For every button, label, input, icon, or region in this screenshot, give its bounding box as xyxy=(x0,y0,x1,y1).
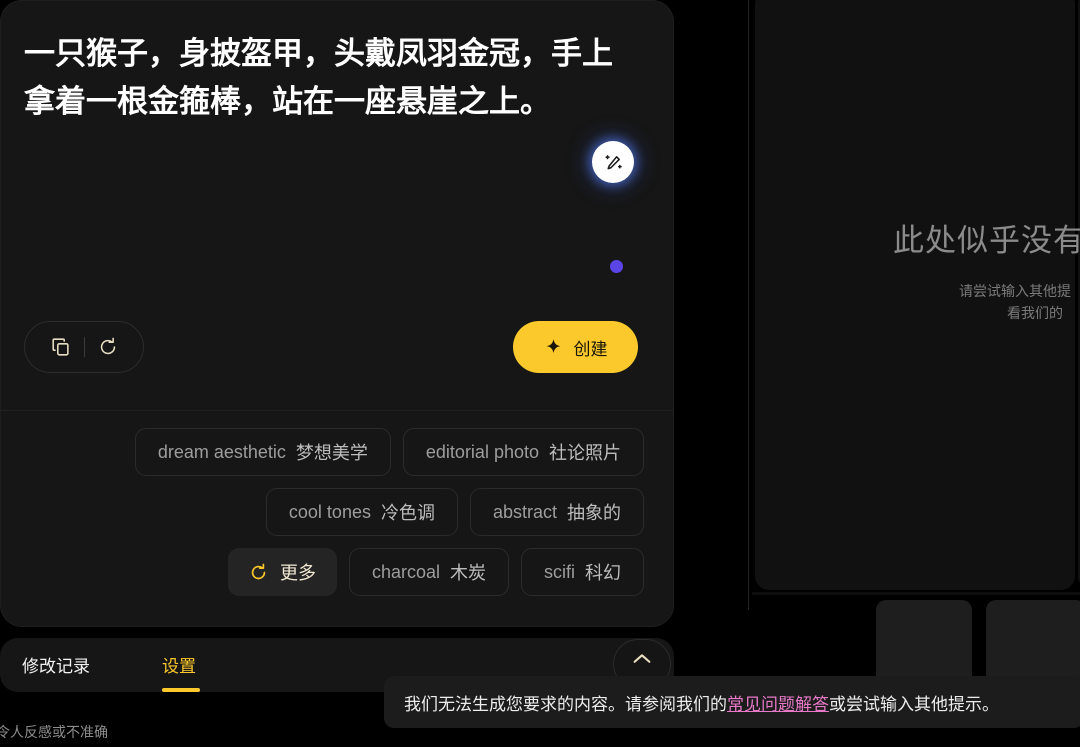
panel-divider xyxy=(748,0,749,610)
toast-text-after: 或尝试输入其他提示。 xyxy=(829,694,999,714)
chip-more[interactable]: 更多 xyxy=(227,548,337,596)
chip-charcoal[interactable]: charcoal 木炭 xyxy=(348,548,509,596)
chevron-up-icon xyxy=(633,654,651,663)
create-button[interactable]: 创建 xyxy=(513,321,638,373)
chip-en-label: cool tones xyxy=(288,501,371,522)
loading-indicator-dot xyxy=(610,260,623,273)
chip-scifi[interactable]: scifi 科幻 xyxy=(521,548,644,596)
toast-text-before: 我们无法生成您要求的内容。请参阅我们的 xyxy=(404,694,727,714)
magic-wand-glyph xyxy=(604,154,622,169)
chip-en-label: dream aesthetic xyxy=(157,441,286,462)
empty-state-sub-line2: 看我们的 xyxy=(1007,305,1063,321)
chip-more-label: 更多 xyxy=(279,563,316,583)
prompt-composer-card: 一只猴子，身披盔甲，头戴凤羽金冠，手上拿着一根金箍棒，站在一座悬崖之上。 创建 … xyxy=(0,0,674,627)
tab-history[interactable]: 修改记录 xyxy=(22,652,90,677)
app-root: 此处似乎没有 请尝试输入其他提 看我们的 一只猴子，身披盔甲，头戴凤羽金冠，手上… xyxy=(0,0,1080,747)
chip-row-top: 更多 charcoal 木炭 scifi 科幻 xyxy=(30,548,644,596)
chip-cn-label: 梦想美学 xyxy=(295,443,368,463)
copy-button[interactable] xyxy=(38,322,84,372)
prompt-input[interactable]: 一只猴子，身披盔甲，头戴凤羽金冠，手上拿着一根金箍棒，站在一座悬崖之上。 xyxy=(24,30,636,126)
magic-wand-icon[interactable] xyxy=(592,141,634,183)
refresh-icon xyxy=(100,337,115,355)
empty-state-subtitle: 请尝试输入其他提 看我们的 xyxy=(935,280,1080,324)
style-suggestion-chips: 更多 charcoal 木炭 scifi 科幻 cool tones 冷色调 a… xyxy=(30,428,644,596)
tab-active-indicator xyxy=(162,688,200,692)
prompt-actions-group xyxy=(24,321,144,373)
chip-cn-label: 科幻 xyxy=(585,563,621,583)
toast-faq-link[interactable]: 常见问题解答 xyxy=(727,690,829,715)
chip-row-middle: cool tones 冷色调 abstract 抽象的 xyxy=(30,488,644,536)
thumbnail-strip-background xyxy=(752,592,1080,595)
empty-state: 此处似乎没有 请尝试输入其他提 看我们的 xyxy=(755,215,1080,324)
chip-editorial-photo[interactable]: editorial photo 社论照片 xyxy=(402,428,644,476)
sparkle-icon xyxy=(546,338,560,353)
chip-cn-label: 木炭 xyxy=(450,563,486,583)
copy-icon xyxy=(51,338,69,356)
chip-cool-tones[interactable]: cool tones 冷色调 xyxy=(265,488,458,536)
composer-divider xyxy=(0,410,674,411)
chip-en-label: abstract xyxy=(492,501,557,522)
chip-cn-label: 社论照片 xyxy=(549,443,621,463)
chip-row-bottom: dream aesthetic 梦想美学 editorial photo 社论照… xyxy=(30,428,644,476)
chip-cn-label: 冷色调 xyxy=(380,503,435,523)
create-button-label: 创建 xyxy=(573,339,608,359)
disclaimer-text: 能令人反感或不准确 xyxy=(0,724,108,740)
chip-cn-label: 抽象的 xyxy=(567,503,621,523)
chip-dream-aesthetic[interactable]: dream aesthetic 梦想美学 xyxy=(134,428,391,476)
empty-state-sub-line1: 请尝试输入其他提 xyxy=(959,283,1071,299)
empty-state-title: 此处似乎没有 xyxy=(893,223,1080,258)
chip-en-label: editorial photo xyxy=(425,441,539,462)
chip-en-label: scifi xyxy=(544,561,575,582)
refresh-button[interactable] xyxy=(85,322,131,372)
tab-settings[interactable]: 设置 xyxy=(162,652,196,677)
error-toast: 我们无法生成您要求的内容。请参阅我们的 常见问题解答 或尝试输入其他提示。 xyxy=(384,676,1080,728)
refresh-icon xyxy=(251,563,266,579)
chip-en-label: charcoal xyxy=(371,561,440,582)
chip-abstract[interactable]: abstract 抽象的 xyxy=(469,488,644,536)
